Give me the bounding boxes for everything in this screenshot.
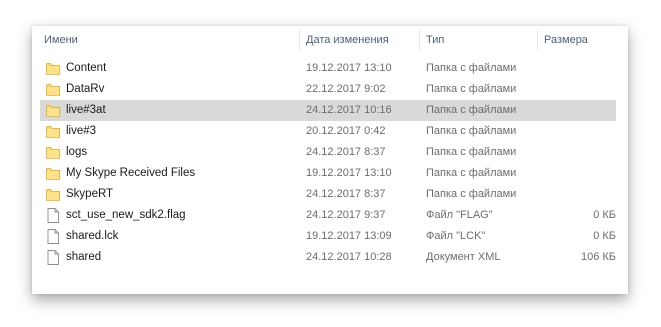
file-date-modified: 22.12.2017 9:02 bbox=[306, 83, 386, 95]
file-row[interactable]: live#3at 24.12.2017 10:16 Папка с файлами bbox=[32, 100, 628, 121]
file-row[interactable]: Content 19.12.2017 13:10 Папка с файлами bbox=[32, 58, 628, 79]
file-row[interactable]: DataRv 22.12.2017 9:02 Папка с файлами bbox=[32, 79, 628, 100]
file-type: Папка с файлами bbox=[426, 146, 517, 158]
file-type: Папка с файлами bbox=[426, 83, 517, 95]
folder-icon bbox=[46, 188, 60, 201]
file-icon bbox=[46, 229, 60, 244]
file-name: live#3 bbox=[66, 125, 97, 137]
file-size: 0 КБ bbox=[593, 209, 616, 221]
file-date-modified: 19.12.2017 13:10 bbox=[306, 167, 392, 179]
file-type: Файл "LCK" bbox=[426, 230, 486, 242]
file-type: Папка с файлами bbox=[426, 188, 517, 200]
file-type: Документ XML bbox=[426, 251, 501, 263]
file-date-modified: 24.12.2017 8:37 bbox=[306, 188, 386, 200]
file-row[interactable]: logs 24.12.2017 8:37 Папка с файлами bbox=[32, 142, 628, 163]
file-date-modified: 24.12.2017 8:37 bbox=[306, 146, 386, 158]
file-name: shared bbox=[66, 251, 102, 263]
file-list: Content 19.12.2017 13:10 Папка с файлами Da… bbox=[32, 58, 628, 268]
file-size: 106 КБ bbox=[580, 251, 616, 263]
file-date-modified: 19.12.2017 13:10 bbox=[306, 62, 392, 74]
file-list-panel: Имени Дата изменения Тип Размера Content… bbox=[32, 26, 628, 294]
file-name: My Skype Received Files bbox=[66, 167, 196, 179]
file-type: Папка с файлами bbox=[426, 125, 517, 137]
file-row[interactable]: live#3 20.12.2017 0:42 Папка с файлами bbox=[32, 121, 628, 142]
column-header-date[interactable]: Дата изменения bbox=[300, 26, 420, 54]
file-row[interactable]: SkypeRT 24.12.2017 8:37 Папка с файлами bbox=[32, 184, 628, 205]
folder-icon bbox=[46, 83, 60, 96]
file-name: live#3at bbox=[66, 104, 106, 116]
file-date-modified: 24.12.2017 10:16 bbox=[306, 104, 392, 116]
file-row[interactable]: My Skype Received Files 19.12.2017 13:10 П… bbox=[32, 163, 628, 184]
file-size: 0 КБ bbox=[593, 230, 616, 242]
file-type: Папка с файлами bbox=[426, 62, 517, 74]
file-icon bbox=[46, 208, 60, 223]
folder-icon bbox=[46, 167, 60, 180]
file-icon bbox=[46, 250, 60, 265]
column-header-name[interactable]: Имени bbox=[38, 26, 302, 54]
column-header: Имени Дата изменения Тип Размера bbox=[32, 26, 628, 54]
file-row[interactable]: sct_use_new_sdk2.flag 24.12.2017 9:37 Файл… bbox=[32, 205, 628, 226]
file-date-modified: 24.12.2017 10:28 bbox=[306, 251, 392, 263]
file-row[interactable]: shared 24.12.2017 10:28 Документ XML 106 КБ bbox=[32, 247, 628, 268]
folder-icon bbox=[46, 104, 60, 117]
folder-icon bbox=[46, 146, 60, 159]
file-date-modified: 19.12.2017 13:09 bbox=[306, 230, 392, 242]
file-date-modified: 24.12.2017 9:37 bbox=[306, 209, 386, 221]
column-header-type[interactable]: Тип bbox=[420, 26, 538, 54]
file-date-modified: 20.12.2017 0:42 bbox=[306, 125, 386, 137]
folder-icon bbox=[46, 62, 60, 75]
file-name: SkypeRT bbox=[66, 188, 114, 200]
file-name: sct_use_new_sdk2.flag bbox=[66, 209, 186, 221]
file-type: Файл "FLAG" bbox=[426, 209, 493, 221]
file-type: Папка с файлами bbox=[426, 104, 517, 116]
file-name: logs bbox=[66, 146, 88, 158]
file-name: Content bbox=[66, 62, 107, 74]
file-row[interactable]: shared.lck 19.12.2017 13:09 Файл "LCK" 0 КБ bbox=[32, 226, 628, 247]
file-name: shared.lck bbox=[66, 230, 119, 242]
file-type: Папка с файлами bbox=[426, 167, 517, 179]
folder-icon bbox=[46, 125, 60, 138]
file-name: DataRv bbox=[66, 83, 105, 95]
column-header-size[interactable]: Размера bbox=[538, 26, 618, 54]
